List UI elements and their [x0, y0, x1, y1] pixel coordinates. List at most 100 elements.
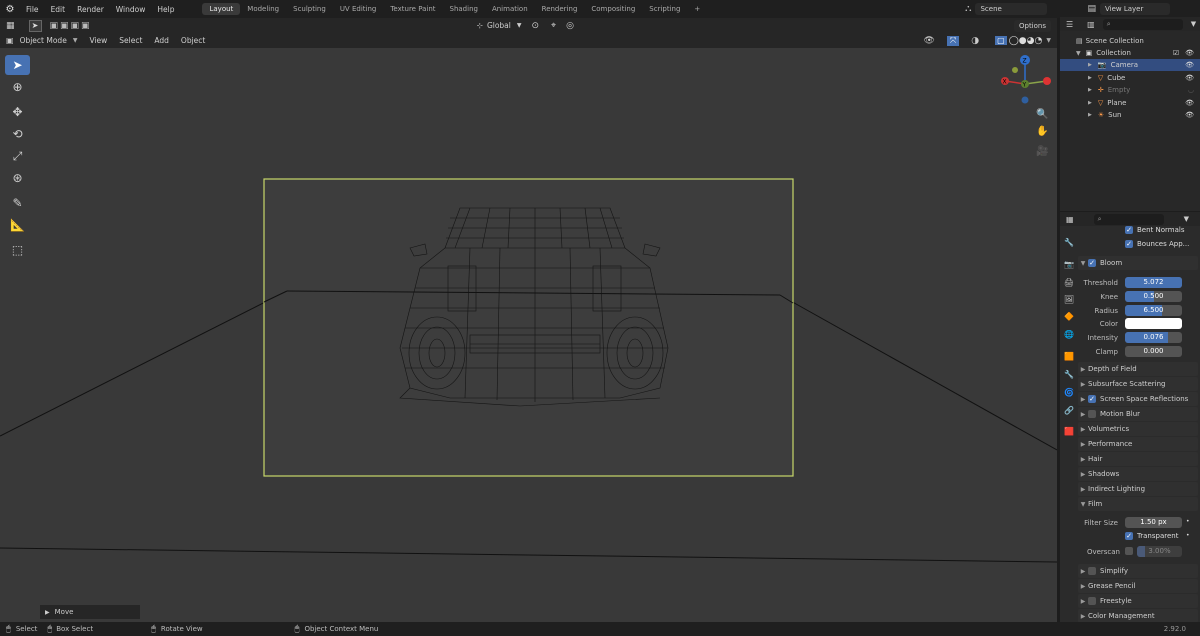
camera-view-icon[interactable]: 🎥 — [1036, 146, 1048, 157]
editor-type-icon[interactable]: ▦ — [1066, 215, 1074, 224]
tab-shading[interactable]: Shading — [443, 3, 485, 15]
tab-texture-paint[interactable]: Texture Paint — [383, 3, 442, 15]
view-layer-icon[interactable]: ▤ — [1087, 4, 1096, 14]
menu-render[interactable]: Render — [71, 5, 110, 14]
viewport-menu-view[interactable]: View — [83, 36, 113, 45]
outliner-item-camera[interactable]: ▶ 📷 Camera 👁 — [1060, 59, 1200, 71]
eye-icon[interactable]: ◡ — [1188, 86, 1194, 94]
properties-search-input[interactable]: ⌕ — [1093, 213, 1164, 225]
panel-film[interactable]: ▼ Film — [1078, 497, 1198, 511]
panel-screen-space-reflections[interactable]: ▶ ✓ Screen Space Reflections — [1078, 392, 1198, 406]
editor-type-icon[interactable]: ☰ — [1066, 20, 1073, 29]
viewport-menu-object[interactable]: Object — [175, 36, 211, 45]
editor-type-icon[interactable]: ▣ — [6, 36, 14, 45]
shading-rendered-icon[interactable]: ◔ — [1035, 36, 1043, 46]
clamp-field[interactable]: 0.000 — [1125, 346, 1182, 357]
outliner-item-sun[interactable]: ▶ ☀ Sun 👁 — [1060, 109, 1200, 121]
scene-tab-icon[interactable]: 🔶 — [1062, 310, 1076, 323]
radius-field[interactable]: 6.500 — [1125, 304, 1182, 316]
threshold-field[interactable]: 5.072 — [1125, 277, 1182, 288]
transparent-toggle[interactable]: ✓ Transparent — [1125, 532, 1178, 540]
tab-animation[interactable]: Animation — [485, 3, 535, 15]
view-layer-tab-icon[interactable]: 🖼 — [1062, 293, 1076, 306]
panel-color-management[interactable]: ▶ Color Management — [1078, 609, 1198, 623]
view-object-types-icon[interactable]: 👁 — [923, 36, 934, 46]
bloom-panel-header[interactable]: ▼ ✓ Bloom — [1078, 256, 1198, 270]
panel-motion-blur[interactable]: ▶ Motion Blur — [1078, 407, 1198, 421]
eye-icon[interactable]: 👁 — [1185, 61, 1194, 69]
chevron-down-icon[interactable]: ▼ — [1184, 215, 1189, 223]
viewport-menu-select[interactable]: Select — [113, 36, 148, 45]
overlay-toggle-icon[interactable]: ◑ — [971, 36, 979, 46]
physics-tab-icon[interactable]: 🌀 — [1062, 386, 1076, 399]
shading-solid-icon[interactable]: ● — [1019, 36, 1027, 46]
modifier-tab-icon[interactable]: 🔧 — [1062, 368, 1076, 381]
snap-icon[interactable]: ⌖ — [551, 21, 556, 31]
editor-type-icon[interactable]: ▦ — [6, 21, 15, 31]
proportional-edit-icon[interactable]: ◎ — [566, 21, 574, 31]
scene-selector[interactable]: Scene — [975, 3, 1048, 15]
3d-viewport[interactable]: ➤ ⊕ ✥ ⟲ ⤢ ⊛ ✎ 📐 ⬚ Z Y X 🔍 ✋ 🎥 ▶ Move — [0, 48, 1057, 622]
constraints-tab-icon[interactable]: 🔗 — [1062, 404, 1076, 417]
panel-hair[interactable]: ▶ Hair — [1078, 452, 1198, 466]
blender-logo-icon[interactable]: ⚙ — [0, 4, 20, 15]
navigation-gizmo[interactable]: Z Y X — [995, 54, 1055, 114]
options-dropdown[interactable]: Options — [1013, 19, 1051, 32]
menu-edit[interactable]: Edit — [45, 5, 72, 14]
tab-rendering[interactable]: Rendering — [535, 3, 585, 15]
pan-hand-icon[interactable]: ✋ — [1036, 126, 1048, 137]
panel-freestyle[interactable]: ▶ Freestyle — [1078, 594, 1198, 608]
bounces-approx-toggle[interactable]: ✓ Bounces App... — [1125, 240, 1189, 248]
scene-icon[interactable]: ⛬ — [965, 4, 971, 14]
transform-tool[interactable]: ⊛ — [5, 168, 30, 188]
select-box-tool[interactable]: ➤ — [5, 55, 30, 75]
scale-tool[interactable]: ⤢ — [5, 146, 30, 166]
scene-collection-row[interactable]: ▤ Scene Collection — [1060, 35, 1200, 47]
measure-tool[interactable]: 📐 — [5, 215, 30, 235]
gizmo-toggle-icon[interactable]: ⤧ — [946, 35, 960, 46]
outliner-item-plane[interactable]: ▶ ▽ Plane 👁 — [1060, 97, 1200, 109]
keyframe-dot-icon[interactable]: • — [1186, 532, 1190, 539]
add-cube-tool[interactable]: ⬚ — [5, 240, 30, 260]
filter-size-field[interactable]: 1.50 px — [1125, 517, 1182, 528]
panel-simplify[interactable]: ▶ Simplify — [1078, 564, 1198, 578]
outliner-item-cube[interactable]: ▶ ▽ Cube 👁 — [1060, 72, 1200, 84]
collection-row[interactable]: ▼ ▣ Collection ☑ 👁 — [1060, 47, 1200, 59]
tab-layout[interactable]: Layout — [202, 3, 241, 15]
select-mode-icons[interactable]: ▣▣▣▣ — [50, 21, 92, 31]
viewport-menu-add[interactable]: Add — [148, 36, 175, 45]
view-layer-selector[interactable]: View Layer — [1100, 3, 1170, 15]
tool-tab-icon[interactable]: 🔧 — [1062, 236, 1076, 249]
panel-performance[interactable]: ▶ Performance — [1078, 437, 1198, 451]
filter-icon[interactable]: ▥ — [1087, 20, 1095, 29]
pivot-icon[interactable]: ⊙ — [532, 21, 540, 31]
eye-icon[interactable]: 👁 — [1185, 111, 1194, 119]
funnel-icon[interactable]: ▼ — [1191, 20, 1196, 28]
panel-indirect-lighting[interactable]: ▶ Indirect Lighting — [1078, 482, 1198, 496]
output-tab-icon[interactable]: 🖨 — [1062, 276, 1076, 289]
tab-modeling[interactable]: Modeling — [240, 3, 286, 15]
tab-sculpting[interactable]: Sculpting — [286, 3, 333, 15]
color-field[interactable] — [1125, 318, 1182, 330]
knee-field[interactable]: 0.500 — [1125, 290, 1182, 302]
tab-scripting[interactable]: Scripting — [642, 3, 687, 15]
panel-volumetrics[interactable]: ▶ Volumetrics — [1078, 422, 1198, 436]
zoom-icon[interactable]: 🔍 — [1036, 109, 1048, 120]
panel-subsurface-scattering[interactable]: ▶ Subsurface Scattering — [1078, 377, 1198, 391]
checkbox-icon[interactable]: ☑ — [1173, 49, 1179, 57]
menu-file[interactable]: File — [20, 5, 45, 14]
transform-orientation-dropdown[interactable]: ⊹ Global ▼ — [477, 21, 522, 30]
eye-icon[interactable]: 👁 — [1185, 49, 1194, 57]
panel-depth-of-field[interactable]: ▶ Depth of Field — [1078, 362, 1198, 376]
overscan-checkbox[interactable] — [1125, 547, 1137, 557]
eye-icon[interactable]: 👁 — [1185, 99, 1194, 107]
panel-grease-pencil[interactable]: ▶ Grease Pencil — [1078, 579, 1198, 593]
object-mode-dropdown[interactable]: Object Mode — [14, 36, 73, 45]
world-tab-icon[interactable]: 🌐 — [1062, 328, 1076, 341]
tab-uv-editing[interactable]: UV Editing — [333, 3, 384, 15]
cursor-tool[interactable]: ⊕ — [5, 77, 30, 97]
outliner-item-empty[interactable]: ▶ ✛ Empty ◡ — [1060, 84, 1200, 96]
intensity-field[interactable]: 0.076 — [1125, 332, 1182, 344]
eye-icon[interactable]: 👁 — [1185, 74, 1194, 82]
tab-compositing[interactable]: Compositing — [584, 3, 642, 15]
